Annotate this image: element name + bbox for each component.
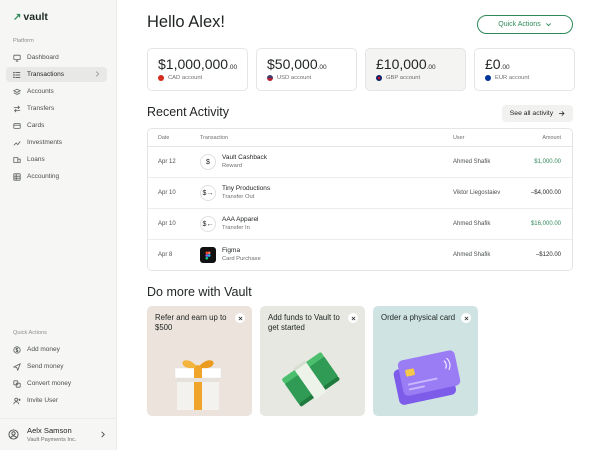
sidebar-item-transactions[interactable]: Transactions — [6, 67, 107, 82]
transfer-icon — [12, 104, 21, 113]
table-row[interactable]: Apr 8 Figma Card Purchase Ahmed Shafik –$… — [148, 240, 572, 270]
column-date: Date — [158, 135, 170, 141]
gift-box-icon — [174, 360, 222, 410]
recent-activity-title: Recent Activity — [147, 105, 229, 119]
sidebar: ↗ vault Platform Dashboard Transactions … — [0, 0, 117, 450]
do-more-title: Do more with Vault — [147, 285, 252, 299]
column-amount: Amount — [542, 135, 561, 141]
balance-card-cad[interactable]: $1,000,000.00 CAD account — [147, 48, 248, 91]
quick-actions-label: Quick Actions — [13, 330, 47, 336]
column-user: User — [453, 135, 465, 141]
sidebar-item-investments[interactable]: Investments — [6, 135, 107, 150]
sidebar-item-accounts[interactable]: Accounts — [6, 84, 107, 99]
arrow-right-icon — [559, 111, 565, 116]
list-icon — [12, 70, 21, 79]
sidebar-item-loans[interactable]: Loans — [6, 152, 107, 167]
loan-icon — [12, 155, 21, 164]
table-icon — [12, 172, 21, 181]
send-icon — [12, 362, 21, 371]
table-row[interactable]: Apr 10 $← AAA Apparel Transfer In Ahmed S… — [148, 209, 572, 240]
balance-card-eur[interactable]: £0.00 EUR account — [474, 48, 575, 91]
close-icon[interactable] — [461, 313, 471, 323]
sidebar-item-accounting[interactable]: Accounting — [6, 169, 107, 184]
chevron-down-icon — [545, 23, 551, 27]
user-profile[interactable]: Aelx Samson Vault Payments Inc. — [0, 418, 117, 450]
user-avatar-icon — [8, 429, 19, 440]
chevron-right-icon — [95, 71, 100, 77]
close-icon[interactable] — [235, 313, 245, 323]
quick-actions-button[interactable]: Quick Actions — [477, 15, 573, 34]
monitor-icon — [12, 53, 21, 62]
send-money-button[interactable]: Send money — [6, 359, 107, 374]
close-icon[interactable] — [348, 313, 358, 323]
balance-cards: $1,000,000.00 CAD account $50,000.00 USD… — [147, 48, 575, 91]
see-all-activity-button[interactable]: See all activity — [502, 105, 573, 122]
balance-card-usd[interactable]: $50,000.00 USD account — [256, 48, 357, 91]
quick-actions-nav: Add money Send money Convert money Invit… — [6, 342, 107, 410]
credit-card-icon — [393, 350, 461, 405]
platform-label: Platform — [13, 38, 34, 44]
activity-table: Date Transaction User Amount Apr 12 $ Va… — [147, 128, 573, 271]
uk-flag-icon — [376, 75, 382, 81]
dollar-circle-icon — [12, 345, 21, 354]
promo-card-add-funds[interactable]: Add funds to Vault to get started — [260, 306, 365, 416]
platform-nav: Dashboard Transactions Accounts Transfer… — [6, 50, 107, 186]
promo-cards: Refer and earn up to $500 Add funds to V… — [147, 306, 478, 416]
sidebar-item-cards[interactable]: Cards — [6, 118, 107, 133]
card-icon — [12, 121, 21, 130]
user-org: Vault Payments Inc. — [27, 437, 77, 443]
usa-flag-icon — [267, 75, 273, 81]
convert-icon — [12, 379, 21, 388]
promo-card-refer[interactable]: Refer and earn up to $500 — [147, 306, 252, 416]
invite-user-button[interactable]: Invite User — [6, 393, 107, 408]
balance-card-gbp[interactable]: £10,000.00 GBP account — [365, 48, 466, 91]
convert-money-button[interactable]: Convert money — [6, 376, 107, 391]
figma-logo-icon — [200, 247, 216, 263]
transfer-in-icon: $← — [200, 216, 216, 232]
eu-flag-icon — [485, 75, 491, 81]
logo-mark-icon: ↗ — [13, 11, 22, 23]
table-row[interactable]: Apr 10 $→ Tiny Productions Transfer Out V… — [148, 178, 572, 209]
logo-text: vault — [23, 11, 48, 23]
page-title: Hello Alex! — [147, 13, 225, 31]
add-money-button[interactable]: Add money — [6, 342, 107, 357]
promo-card-physical-card[interactable]: Order a physical card — [373, 306, 478, 416]
canada-flag-icon — [158, 75, 164, 81]
user-plus-icon — [12, 396, 21, 405]
sidebar-item-transfers[interactable]: Transfers — [6, 101, 107, 116]
user-name: Aelx Samson — [27, 426, 72, 435]
column-transaction: Transaction — [200, 135, 228, 141]
chevron-right-icon — [101, 431, 105, 438]
transfer-out-icon: $→ — [200, 185, 216, 201]
sidebar-item-dashboard[interactable]: Dashboard — [6, 50, 107, 65]
chart-icon — [12, 138, 21, 147]
main-content: Hello Alex! Quick Actions $1,000,000.00 … — [118, 0, 613, 450]
logo[interactable]: ↗ vault — [13, 11, 48, 23]
stack-icon — [12, 87, 21, 96]
table-header: Date Transaction User Amount — [148, 129, 572, 147]
table-row[interactable]: Apr 12 $ Vault Cashback Reward Ahmed Shaf… — [148, 147, 572, 178]
money-stack-icon — [282, 352, 340, 407]
dollar-icon: $ — [200, 154, 216, 170]
